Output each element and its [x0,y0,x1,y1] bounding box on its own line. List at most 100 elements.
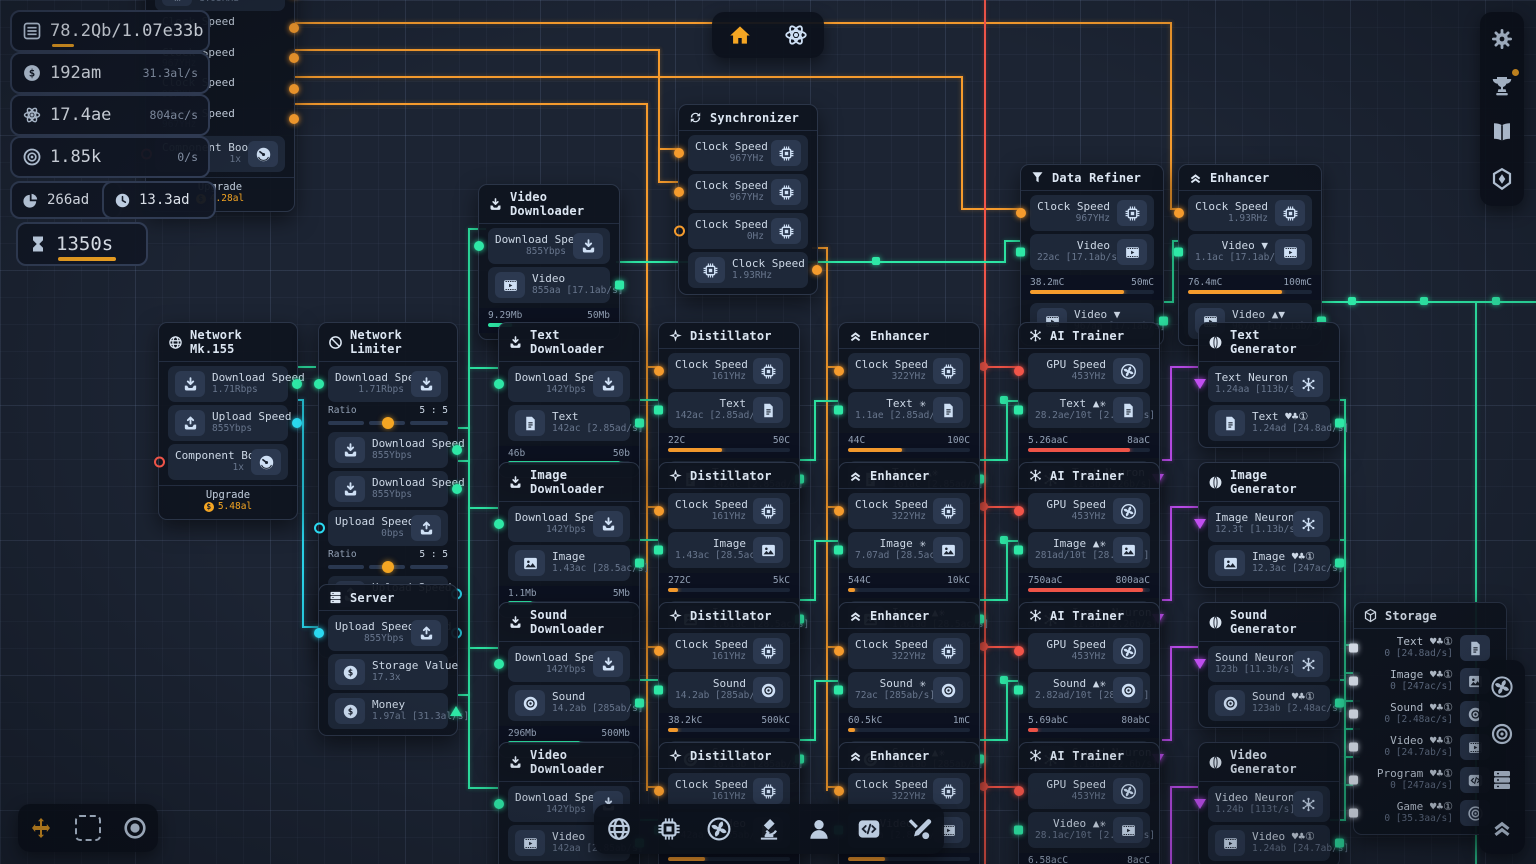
input-port[interactable] [1349,776,1358,785]
input-port[interactable] [1349,809,1358,818]
input-port[interactable] [674,187,684,197]
research-button[interactable] [777,16,815,54]
input-port[interactable] [1349,743,1358,752]
ratio-slider[interactable]: Ratio5 : 5 [328,405,448,429]
node-ai-trainer-video[interactable]: AI TrainerGPU Speed453YHzVideo ▲✳28.1ac/… [1018,742,1160,864]
node-header[interactable]: Distillator [659,743,799,769]
profile-tab[interactable] [800,810,838,848]
node-header[interactable]: Image Downloader [499,463,639,502]
input-port[interactable] [654,506,664,516]
output-port[interactable] [289,53,299,63]
input-port[interactable] [1349,710,1358,719]
input-port[interactable] [1194,659,1206,669]
output-port[interactable] [292,379,302,389]
input-port[interactable] [834,786,844,796]
input-port[interactable] [1014,506,1024,516]
input-port[interactable] [834,686,843,695]
game-canvas[interactable]: CPUClock Speed1.93RHzClock Speed967YHzCl… [0,0,1536,864]
select-tool[interactable] [69,809,107,847]
slider-knob[interactable] [382,417,394,429]
node-header[interactable]: AI Trainer [1019,603,1159,629]
input-port[interactable] [474,241,484,251]
node-header[interactable]: Enhancer [839,603,979,629]
settings-button[interactable] [1483,20,1521,58]
node-enhancer-top[interactable]: EnhancerClock Speed1.93RHzVideo ▼1.1ac [… [1178,164,1322,346]
input-port[interactable] [314,523,325,534]
slider-knob[interactable] [382,561,394,573]
input-port[interactable] [654,786,664,796]
node-header[interactable]: Server [319,585,457,611]
node-header[interactable]: Text Downloader [499,323,639,362]
output-port[interactable] [289,114,299,124]
encyclopedia-button[interactable] [1483,113,1521,151]
output-port[interactable] [292,418,302,428]
output-port[interactable] [289,23,299,33]
input-port[interactable] [654,686,663,695]
input-port[interactable] [314,379,324,389]
input-port[interactable] [654,646,664,656]
input-port[interactable] [834,546,843,555]
node-header[interactable]: Synchronizer [679,105,817,131]
node-header[interactable]: AI Trainer [1019,463,1159,489]
node-text-downloader[interactable]: Text DownloaderDownload Speed142YbpsText… [498,322,640,478]
node-image-generator[interactable]: Image GeneratorImage Neuron12.3t [1.13b/… [1198,462,1340,588]
network-tab[interactable] [600,810,638,848]
node-header[interactable]: Sound Generator [1199,603,1339,642]
node-header[interactable]: Network Mk.155 [159,323,297,362]
input-port[interactable] [1349,644,1358,653]
node-header[interactable]: Video Downloader [499,743,639,782]
node-data-refiner[interactable]: Data RefinerClock Speed967YHzVideo22ac [… [1020,164,1164,346]
input-port[interactable] [494,379,504,389]
ratio-slider[interactable]: Ratio5 : 5 [328,549,448,573]
input-port[interactable] [1014,646,1024,656]
output-port[interactable] [635,559,644,568]
input-port[interactable] [654,406,663,415]
cooling-tab[interactable] [700,810,738,848]
programs-tab[interactable] [850,810,888,848]
node-header[interactable]: Enhancer [1179,165,1321,191]
input-port[interactable] [1194,799,1206,809]
input-port[interactable] [314,628,324,638]
node-sound-downloader[interactable]: Sound DownloaderDownload Speed142YbpsSou… [498,602,640,758]
output-port[interactable] [452,484,462,494]
servers-panel-button[interactable] [1483,761,1521,799]
home-button[interactable] [721,16,759,54]
output-port[interactable] [635,699,644,708]
circle-tool[interactable] [116,809,154,847]
tools-tab[interactable] [900,810,938,848]
node-header[interactable]: Distillator [659,603,799,629]
research-tab[interactable] [750,810,788,848]
output-port[interactable] [289,84,299,94]
node-video-downloader-1[interactable]: Video DownloaderDownload Speed855YbpsVid… [478,184,620,340]
input-port[interactable] [1014,406,1023,415]
output-port[interactable] [1335,699,1344,708]
move-tool[interactable] [22,809,60,847]
output-port[interactable] [1335,419,1344,428]
input-port[interactable] [674,226,685,237]
input-port[interactable] [674,148,684,158]
node-header[interactable]: Data Refiner [1021,165,1163,191]
input-port[interactable] [1016,248,1025,257]
node-header[interactable]: Storage [1354,603,1506,629]
input-port[interactable] [654,546,663,555]
node-image-downloader[interactable]: Image DownloaderDownload Speed142YbpsIma… [498,462,640,618]
node-header[interactable]: Video Generator [1199,743,1339,782]
node-header[interactable]: Text Generator [1199,323,1339,362]
input-port[interactable] [834,646,844,656]
collapse-button[interactable] [1483,808,1521,846]
hardware-tab[interactable] [650,810,688,848]
node-header[interactable]: Enhancer [839,323,979,349]
node-header[interactable]: AI Trainer [1019,323,1159,349]
badge-button[interactable] [1483,160,1521,198]
node-header[interactable]: Network Limiter [319,323,457,362]
output-port[interactable] [615,281,624,290]
node-video-generator[interactable]: Video GeneratorVideo Neuron1.24b [113t/s… [1198,742,1340,864]
output-port[interactable] [452,445,462,455]
output-port[interactable] [1335,839,1344,848]
input-port[interactable] [154,457,165,468]
input-port[interactable] [834,506,844,516]
input-port[interactable] [1349,677,1358,686]
input-port[interactable] [1194,519,1206,529]
output-port[interactable] [635,419,644,428]
output-port[interactable] [1159,317,1168,326]
